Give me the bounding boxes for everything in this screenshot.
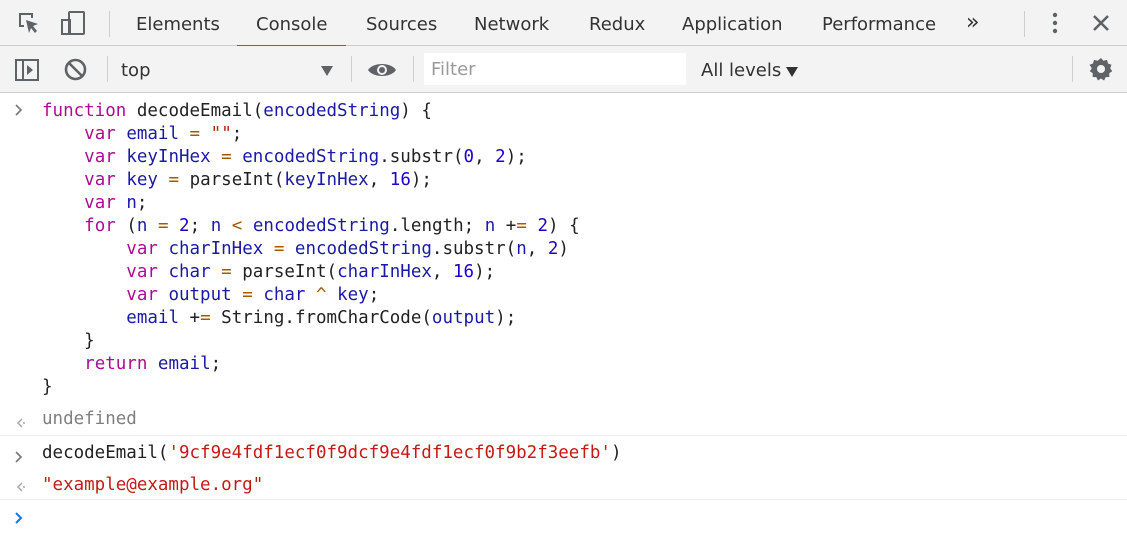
devtools-tabbar: Elements Console Sources Network Redux A… [0,0,1127,47]
separator [351,56,352,82]
tab-performance[interactable]: Performance [822,0,936,46]
code-line: function decodeEmail(encodedString) { [42,101,432,121]
code-line: for (n = 2; n < encodedString.length; n … [84,216,580,236]
divider [0,499,1127,500]
close-icon[interactable] [1088,10,1114,36]
input-prompt-icon [14,449,24,468]
sidebar-toggle-icon[interactable] [14,58,40,86]
chevron-down-icon[interactable] [786,63,798,82]
call-arg: '9cf9e4fdf1ecf0f9dcf9e4fdf1ecf0f9b2f3eef… [168,443,611,463]
divider [0,435,1127,436]
call-close: ) [610,443,622,463]
device-toggle-icon[interactable] [60,10,86,36]
tab-redux[interactable]: Redux [589,0,645,46]
call-line: decodeEmail('9cf9e4fdf1ecf0f9dcf9e4fdf1e… [42,442,622,465]
more-vertical-icon[interactable] [1042,10,1068,36]
active-prompt-icon[interactable] [14,510,24,529]
result-string: "example@example.org" [42,474,263,497]
code-line: var charInHex = encodedString.substr(n, … [126,239,569,259]
code-line: var keyInHex = encodedString.substr(0, 2… [84,147,527,167]
result-string-value: "example@example.org" [42,475,264,495]
code-line: var output = char ^ key; [126,285,380,305]
tab-console[interactable]: Console [236,0,348,47]
result-arrow-icon [14,415,26,434]
code-line: var key = parseInt(keyInHex, 16); [84,170,432,190]
context-selector[interactable]: top [121,46,151,92]
eye-icon[interactable] [367,60,397,84]
tab-sources[interactable]: Sources [366,0,437,46]
code-line: var email = ""; [84,124,243,144]
separator [1024,11,1025,37]
code-line: } [84,331,95,351]
code-line: } [42,377,53,397]
gear-icon[interactable] [1088,56,1114,86]
call-fn: decodeEmail( [42,443,169,463]
more-tabs-button[interactable]: » [966,0,979,46]
tab-elements[interactable]: Elements [136,0,220,46]
clear-console-icon[interactable] [63,57,88,86]
tab-application[interactable]: Application [682,0,783,46]
console-toolbar: top All levels [0,46,1127,93]
result-undefined: undefined [42,409,137,429]
separator [109,11,110,37]
separator [413,56,414,82]
filter-input[interactable] [424,53,686,85]
code-line: var n; [84,193,148,213]
code-line: email += String.fromCharCode(output); [126,308,517,328]
inspect-element-icon[interactable] [16,10,42,36]
input-prompt-icon [14,102,24,121]
log-levels-dropdown[interactable]: All levels [701,46,781,92]
separator [1072,56,1073,82]
chevron-down-icon[interactable] [320,62,334,81]
code-line: var char = parseInt(charInHex, 16); [126,262,496,282]
tab-network[interactable]: Network [474,0,549,46]
code-line: return email; [84,354,222,374]
result-arrow-icon [14,479,26,498]
separator [107,56,108,82]
